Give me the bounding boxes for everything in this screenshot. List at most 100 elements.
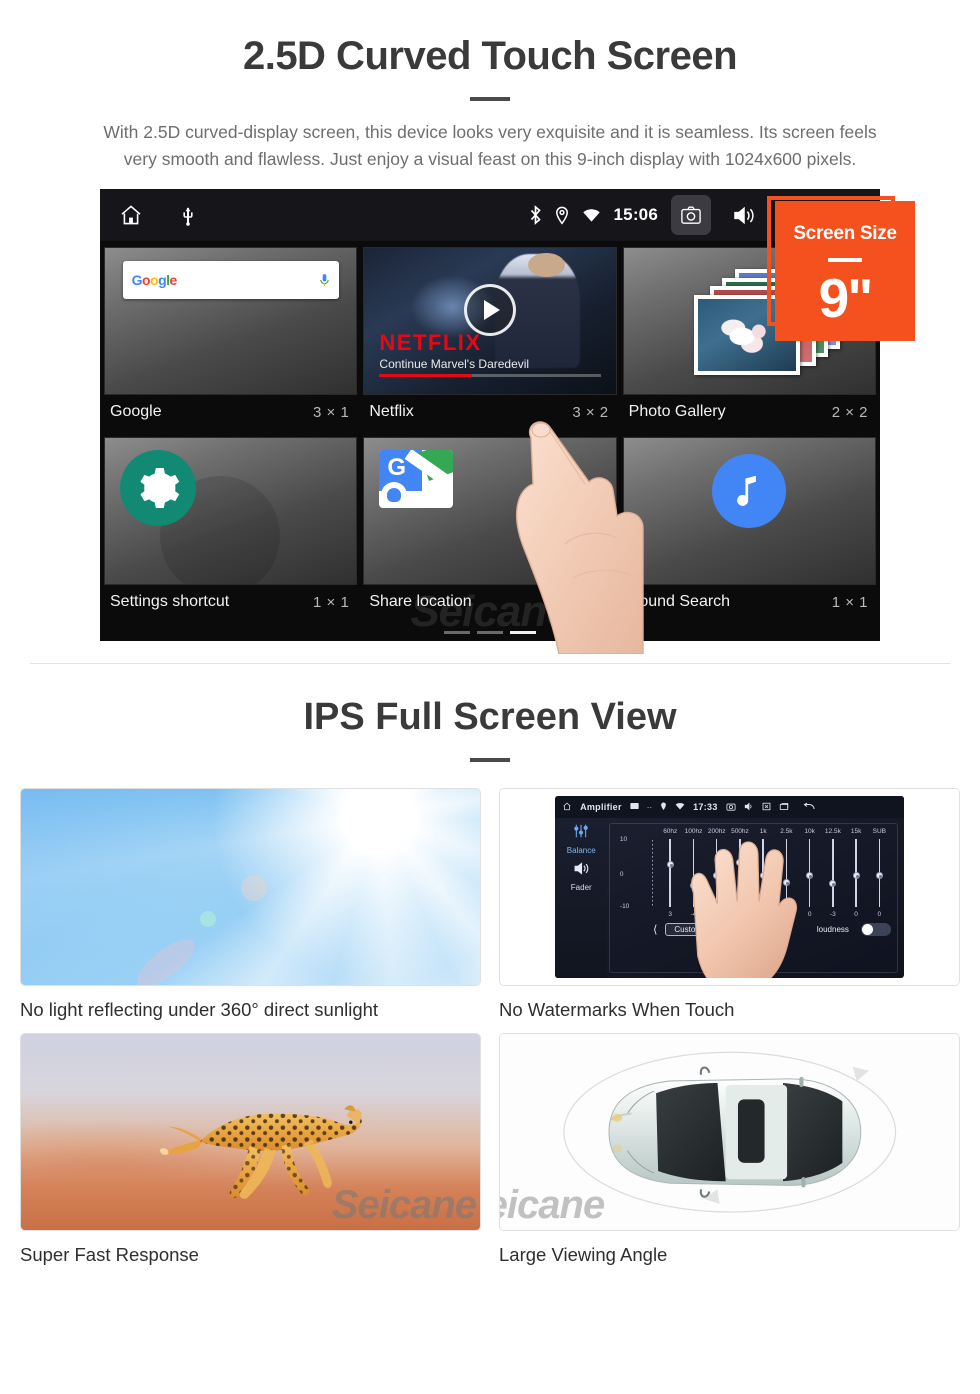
widget-sound-search[interactable]: Sound Search 1 × 1 — [622, 437, 876, 620]
google-g-letter: G — [387, 453, 407, 481]
widget-google[interactable]: Google Google 3 × 1 — [104, 247, 358, 430]
netflix-brand: NETFLIX — [379, 330, 482, 356]
band-label: 15k — [850, 828, 862, 836]
widget-size: 3 × 1 — [313, 403, 350, 421]
back-icon[interactable] — [803, 802, 815, 813]
title-underline-rule — [470, 97, 510, 101]
widget-size: 3 × 2 — [572, 403, 609, 421]
google-search-bar[interactable]: Google — [122, 261, 339, 300]
widget-caption: Settings shortcut 1 × 1 — [104, 585, 358, 620]
previous-preset-icon[interactable]: ⟨ — [653, 923, 657, 936]
widget-name: Photo Gallery — [628, 403, 726, 421]
play-icon[interactable] — [463, 283, 516, 336]
section2-underline-rule — [470, 758, 510, 763]
netflix-widget[interactable]: NETFLIX Continue Marvel's Daredevil — [363, 247, 617, 396]
eq-slider[interactable] — [868, 837, 891, 909]
usb-icon[interactable] — [180, 204, 196, 227]
location-pin-icon — [555, 206, 569, 225]
page-indicator-dots[interactable] — [444, 631, 536, 635]
volume-icon[interactable] — [724, 195, 764, 235]
music-note-widget[interactable] — [622, 437, 876, 586]
equalizer-sliders-icon[interactable] — [573, 824, 589, 843]
sunny-sky-photo — [20, 788, 481, 987]
wifi-icon — [675, 802, 685, 812]
gain-axis: 10 0 -10 — [619, 836, 659, 911]
widget-caption: Google 3 × 1 — [104, 395, 358, 430]
seicane-watermark: Seicane — [331, 1183, 477, 1228]
gear-icon[interactable] — [120, 449, 197, 526]
page-dot[interactable] — [444, 631, 470, 635]
curved-touch-screen-section: 2.5D Curved Touch Screen With 2.5D curve… — [0, 0, 980, 665]
balance-label[interactable]: Balance — [567, 846, 596, 855]
page-dot-active[interactable] — [510, 631, 536, 635]
music-note-icon[interactable] — [712, 453, 787, 528]
settings-gear-widget[interactable] — [104, 437, 358, 586]
fader-speaker-icon[interactable] — [573, 862, 590, 880]
gallery-icon — [630, 802, 639, 812]
card-caption: Large Viewing Angle — [499, 1244, 668, 1266]
google-maps-share-widget[interactable]: G — [363, 437, 617, 586]
widget-size: 1 × 1 — [831, 593, 868, 611]
google-search-widget[interactable]: Google — [104, 247, 358, 396]
widget-size: 2 × 2 — [831, 403, 868, 421]
axis-label: 0 — [619, 870, 624, 878]
netflix-progress-bar — [379, 373, 601, 377]
amplifier-clock: 17:33 — [693, 802, 718, 813]
google-logo: Google — [131, 272, 178, 289]
google-maps-icon[interactable]: G — [379, 449, 454, 508]
loudness-toggle[interactable] — [860, 923, 891, 937]
widget-picker-grid: Google Google 3 × 1 NETFLIX Continue Mar… — [100, 241, 880, 641]
widget-size: 1 × 1 — [313, 593, 350, 611]
axis-tick-marks — [652, 840, 654, 907]
device-screenshot-wrapper: 15:06 Google Google 3 × 1 NETFLIX Contin… — [100, 189, 915, 655]
amplifier-title: Amplifier — [580, 802, 622, 813]
amplifier-equalizer-screen: Amplifier ·· 17:33 Balance Fader 60hz 10… — [499, 788, 960, 987]
ips-full-screen-view-section: IPS Full Screen View No light reflecting… — [0, 664, 980, 1266]
badge-label: Screen Size — [793, 223, 897, 245]
section-divider — [30, 663, 950, 665]
widget-settings-shortcut[interactable]: Settings shortcut 1 × 1 — [104, 437, 358, 620]
eq-slider[interactable] — [845, 837, 868, 909]
eq-value: 0 — [877, 911, 882, 919]
page-title: 2.5D Curved Touch Screen — [242, 34, 738, 78]
widget-size: 1 × 1 — [572, 593, 609, 611]
wifi-icon — [582, 207, 601, 223]
screen-size-badge: Screen Size 9" — [775, 201, 915, 342]
amplifier-status-bar: Amplifier ·· 17:33 — [555, 796, 904, 819]
widget-netflix[interactable]: NETFLIX Continue Marvel's Daredevil Netf… — [363, 247, 617, 430]
camera-icon[interactable] — [671, 195, 711, 236]
band-label: SUB — [872, 828, 887, 836]
lens-flare — [200, 910, 216, 927]
axis-label: -10 — [619, 903, 630, 911]
page-dot[interactable] — [477, 631, 503, 635]
widget-name: Settings shortcut — [110, 593, 230, 611]
volume-icon[interactable] — [744, 802, 754, 813]
widget-caption: Netflix 3 × 2 — [363, 395, 617, 430]
widget-caption: Sound Search 1 × 1 — [622, 585, 876, 620]
feature-card-sunlight: No light reflecting under 360° direct su… — [20, 788, 481, 1021]
widget-name: Sound Search — [628, 593, 731, 611]
feature-card-viewing-angle: Seicane Large Viewing Angle — [499, 1033, 960, 1266]
card-caption: Super Fast Response — [20, 1244, 199, 1266]
home-icon[interactable] — [118, 203, 144, 227]
camera-icon[interactable] — [726, 802, 736, 813]
close-box-icon[interactable] — [762, 802, 771, 813]
feature-card-grid: No light reflecting under 360° direct su… — [20, 788, 960, 1266]
widget-name: Google — [110, 403, 162, 421]
seicane-watermark: Seicane — [410, 587, 570, 637]
widget-caption: Photo Gallery 2 × 2 — [622, 395, 876, 430]
card-caption: No light reflecting under 360° direct su… — [20, 999, 379, 1021]
feature-card-no-watermarks: Amplifier ·· 17:33 Balance Fader 60hz 10… — [499, 788, 960, 1021]
netflix-subtitle: Continue Marvel's Daredevil — [379, 356, 530, 371]
microphone-icon[interactable] — [319, 273, 330, 288]
widget-name: Netflix — [369, 403, 414, 421]
section-description: With 2.5D curved-display screen, this de… — [103, 122, 877, 170]
home-icon[interactable] — [562, 802, 572, 813]
seicane-watermark: Seicane — [500, 1183, 605, 1228]
car-top-view-illustration: Seicane — [499, 1033, 960, 1232]
widget-row: Google Google 3 × 1 NETFLIX Continue Mar… — [104, 247, 876, 430]
recents-icon[interactable] — [779, 802, 789, 813]
location-pin-icon — [660, 802, 667, 813]
fader-label[interactable]: Fader — [571, 883, 592, 892]
open-hand-illustration — [690, 841, 797, 979]
